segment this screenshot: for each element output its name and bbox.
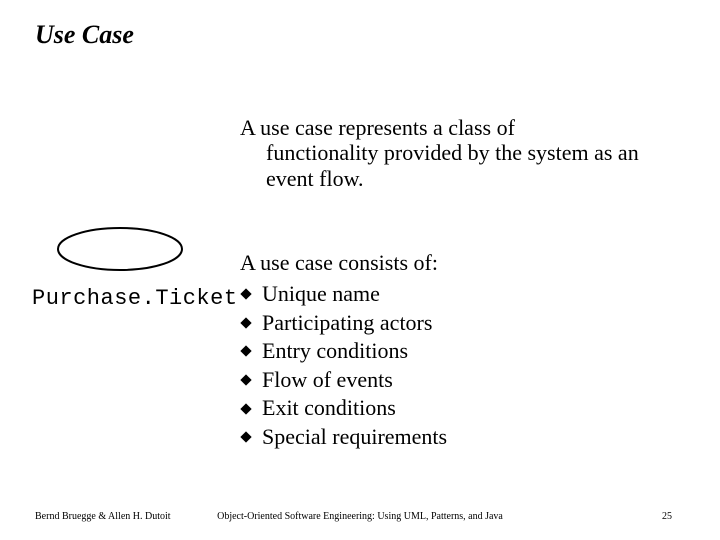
list-item: Flow of events [240,366,447,395]
list-item-label: Entry conditions [262,337,408,366]
list-item: Unique name [240,280,447,309]
diamond-bullet-icon [240,346,251,357]
list-item-label: Unique name [262,280,380,309]
diamond-bullet-icon [240,403,251,414]
footer-book-title: Object-Oriented Software Engineering: Us… [0,511,720,522]
list-item: Participating actors [240,309,447,338]
list-item-label: Flow of events [262,366,393,395]
intro-line-1: A use case represents a class of [240,115,680,140]
list-item-label: Exit conditions [262,394,396,423]
consists-heading: A use case consists of: [240,250,438,276]
example-use-case-label: Purchase.Ticket [32,286,238,311]
use-case-ellipse [55,225,185,273]
list-item: Exit conditions [240,394,447,423]
diamond-bullet-icon [240,317,251,328]
slide: Use Case A use case represents a class o… [0,0,720,540]
list-item: Special requirements [240,423,447,452]
diamond-bullet-icon [240,289,251,300]
list-item-label: Special requirements [262,423,447,452]
diamond-bullet-icon [240,432,251,443]
list-item: Entry conditions [240,337,447,366]
intro-line-3: event flow. [240,166,680,191]
list-item-label: Participating actors [262,309,432,338]
intro-paragraph: A use case represents a class of functio… [240,115,680,191]
footer: Bernd Bruegge & Allen H. Dutoit Object-O… [0,506,720,522]
diamond-bullet-icon [240,374,251,385]
intro-line-2: functionality provided by the system as … [240,140,680,165]
footer-page-number: 25 [662,511,672,522]
slide-title: Use Case [35,20,134,50]
consists-list: Unique name Participating actors Entry c… [240,280,447,452]
